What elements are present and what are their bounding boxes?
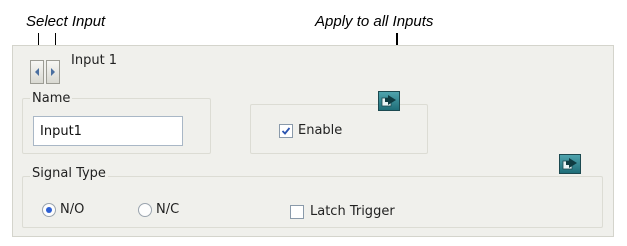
enable-checkbox[interactable] — [279, 124, 293, 138]
name-label: Name — [30, 91, 73, 106]
input-title: Input 1 — [71, 53, 118, 68]
name-input[interactable] — [33, 116, 183, 146]
radio-selected-dot — [46, 207, 52, 213]
signal-type-label: Signal Type — [30, 166, 108, 181]
apply-to-all-icon[interactable] — [378, 91, 400, 111]
signal-type-group — [22, 176, 603, 228]
next-input-button[interactable] — [46, 60, 60, 84]
chevron-left-icon — [35, 68, 39, 76]
signal-apply-to-all-icon[interactable] — [559, 154, 581, 174]
nc-label: N/C — [156, 202, 180, 217]
no-label: N/O — [60, 202, 85, 217]
enable-label: Enable — [298, 123, 343, 138]
chevron-right-icon — [51, 68, 55, 76]
nc-radio[interactable] — [138, 203, 152, 217]
checkmark-icon — [281, 127, 291, 135]
no-radio[interactable] — [42, 203, 56, 217]
latch-trigger-label: Latch Trigger — [310, 204, 395, 219]
apply-all-callout: Apply to all Inputs — [315, 13, 434, 30]
prev-input-button[interactable] — [30, 60, 44, 84]
latch-trigger-checkbox[interactable] — [290, 205, 304, 219]
select-input-callout: Select Input — [26, 13, 106, 30]
